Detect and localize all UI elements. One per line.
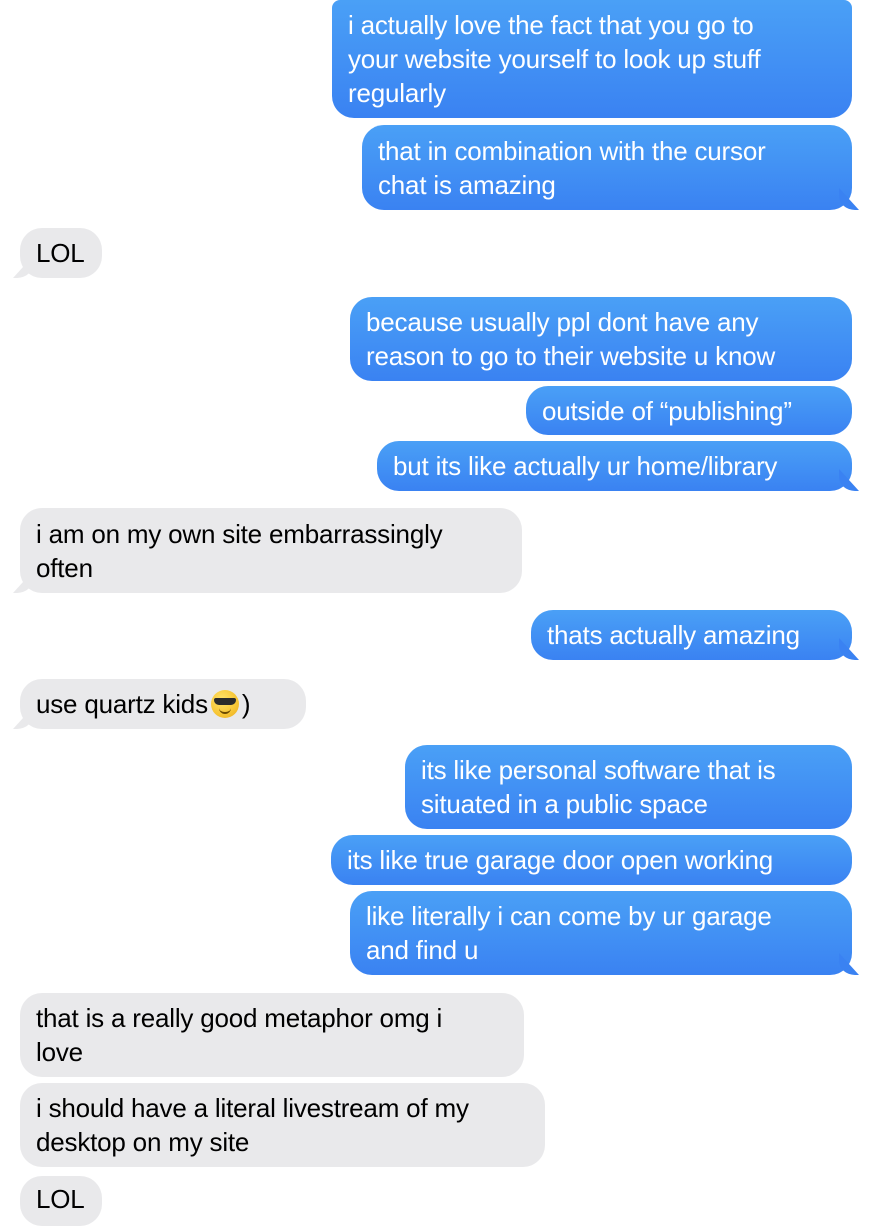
received-message[interactable]: that is a really good metaphor omg i lov… [20, 993, 524, 1077]
message-thread: i actually love the fact that you go to … [0, 0, 875, 1226]
sent-message[interactable]: outside of “publishing” [526, 386, 852, 435]
sent-message[interactable]: but its like actually ur home/library [377, 441, 852, 491]
message-text: ) [241, 689, 251, 719]
sent-message[interactable]: its like true garage door open working [331, 835, 852, 885]
received-message[interactable]: LOL [20, 228, 102, 278]
sent-message[interactable]: i actually love the fact that you go to … [332, 0, 852, 118]
received-message[interactable]: LOL [20, 1176, 102, 1226]
received-message[interactable]: i am on my own site embarrassingly often [20, 508, 522, 593]
sent-message[interactable]: like literally i can come by ur garage a… [350, 891, 852, 975]
sent-message[interactable]: its like personal software that is situa… [405, 745, 852, 829]
sent-message[interactable]: thats actually amazing [531, 610, 852, 660]
sunglasses-emoji-icon [210, 690, 239, 718]
message-text: use quartz kids [36, 689, 208, 719]
received-message[interactable]: use quartz kids) [20, 679, 306, 729]
received-message[interactable]: i should have a literal livestream of my… [20, 1083, 545, 1167]
sent-message[interactable]: that in combination with the cursor chat… [362, 125, 852, 210]
sent-message[interactable]: because usually ppl dont have any reason… [350, 297, 852, 381]
